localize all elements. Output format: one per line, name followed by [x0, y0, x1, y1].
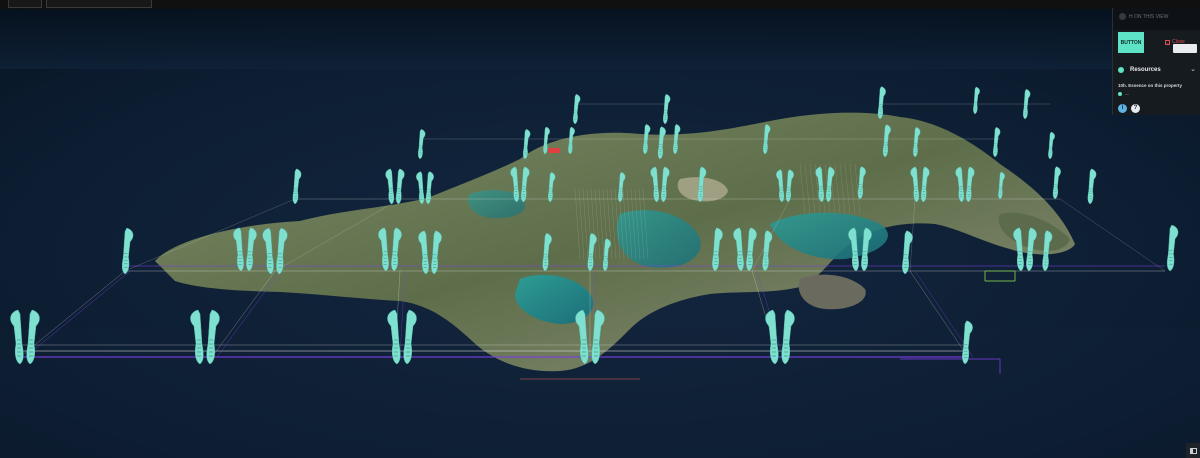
- resources-panel: H ON THIS VIEW BUTTON × Close Resources …: [1112, 8, 1200, 115]
- info-icon[interactable]: i: [1118, 104, 1127, 113]
- map-pin-icon: [1119, 13, 1126, 20]
- panel-toggle-icon: [1189, 447, 1197, 454]
- map-app: H ON THIS VIEW BUTTON × Close Resources …: [0, 0, 1200, 458]
- close-icon: ×: [1165, 39, 1170, 46]
- help-icon[interactable]: ?: [1131, 104, 1140, 113]
- toolbar-tab-2[interactable]: [46, 0, 152, 8]
- resources-sub-row: —: [1118, 91, 1129, 96]
- marker-red[interactable]: [548, 148, 560, 153]
- scene-canvas[interactable]: [0, 9, 1200, 458]
- top-toolbar: [0, 0, 1200, 9]
- secondary-button[interactable]: [1173, 44, 1197, 53]
- map-3d-viewport[interactable]: [0, 9, 1200, 458]
- bullet-icon: [1118, 91, 1122, 96]
- resources-sub-value: —: [1125, 91, 1129, 96]
- chevron-down-icon[interactable]: ⌄: [1190, 65, 1196, 73]
- toolbar-tab-1[interactable]: [8, 0, 42, 8]
- resources-toggle[interactable]: Resources ⌄: [1118, 64, 1198, 76]
- resources-label: Resources: [1130, 67, 1161, 73]
- resources-description: 10h. Essence on this property: [1118, 83, 1183, 88]
- horizon-haze: [0, 9, 1200, 69]
- primary-action-button[interactable]: BUTTON: [1118, 32, 1144, 53]
- panel-header-text: H ON THIS VIEW: [1129, 14, 1169, 20]
- resources-icon: [1118, 67, 1124, 73]
- panel-header: H ON THIS VIEW: [1113, 8, 1200, 30]
- panel-icon-group: i ?: [1118, 104, 1140, 113]
- toggle-panel-button[interactable]: [1186, 443, 1200, 458]
